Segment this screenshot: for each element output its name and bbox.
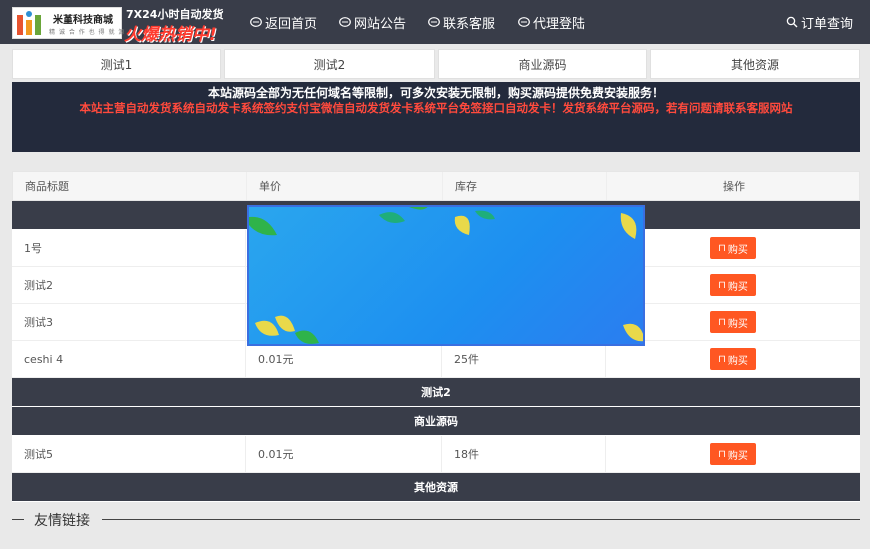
nav-home-label: 返回首页 (265, 16, 318, 32)
category-tabs: 测试1 测试2 商业源码 其他资源 (12, 49, 860, 79)
divider (12, 519, 24, 520)
table-header: 商品标题 单价 库存 操作 (12, 171, 860, 201)
tab-commercial-source[interactable]: 商业源码 (438, 49, 647, 79)
back-icon (250, 17, 262, 27)
group-header[interactable]: 商业源码 (12, 407, 860, 436)
buy-button[interactable]: ⊓ 购买 (710, 348, 756, 370)
service-icon (428, 17, 440, 27)
notice-line2: 本站主营自动发货系统自动发卡系统签约支付宝微信自动发货发卡系统平台免签接口自动发… (79, 101, 793, 115)
product-title: 1号 (12, 230, 246, 266)
group-header[interactable]: 测试2 (12, 378, 860, 407)
promo-banner: 7X24小时自动发货 火爆热销中! (124, 6, 236, 45)
product-stock: 18件 (442, 436, 606, 472)
buy-label: 购买 (727, 450, 748, 462)
divider (102, 519, 860, 520)
notice-icon (339, 17, 351, 27)
nav-service[interactable]: 联系客服 (428, 13, 496, 32)
logo-tagline: 精 诚 合 作 也 得 就 源 头 (49, 29, 136, 36)
product-title: 测试3 (12, 304, 246, 340)
notice-line1: 本站源码全部为无任何域名等限制，可多次安装无限制，购买源码提供免费安装服务！ (207, 86, 664, 100)
header-title: 商品标题 (13, 172, 247, 200)
notice-banner: 本站源码全部为无任何域名等限制，可多次安装无限制，购买源码提供免费安装服务！ 本… (12, 82, 860, 152)
product-stock: 25件 (442, 341, 606, 377)
agent-icon (518, 17, 530, 27)
product-title: 测试5 (12, 436, 246, 472)
cart-icon: ⊓ (718, 279, 726, 291)
cart-icon: ⊓ (718, 316, 726, 328)
nav-agent-label: 代理登陆 (533, 16, 586, 32)
buy-button[interactable]: ⊓ 购买 (710, 311, 756, 333)
tab-test2[interactable]: 测试2 (224, 49, 435, 79)
buy-label: 购买 (727, 318, 748, 330)
nav-notice[interactable]: 网站公告 (339, 13, 407, 32)
nav-service-label: 联系客服 (443, 16, 496, 32)
header-price: 单价 (247, 172, 443, 200)
nav-order-label: 订单查询 (801, 16, 854, 32)
buy-button[interactable]: ⊓ 购买 (710, 237, 756, 259)
buy-button[interactable]: ⊓ 购买 (710, 274, 756, 296)
site-logo[interactable]: 米堇科技商城 精 诚 合 作 也 得 就 源 头 (12, 7, 134, 39)
table-row: 测试5 0.01元 18件 ⊓ 购买 (12, 436, 860, 473)
product-title: ceshi 4 (12, 341, 246, 377)
promo-line2: 火爆热销中! (124, 25, 217, 45)
buy-label: 购买 (727, 244, 748, 256)
table-row: ceshi 4 0.01元 25件 ⊓ 购买 (12, 341, 860, 378)
tab-test1[interactable]: 测试1 (12, 49, 221, 79)
action-cell: ⊓ 购买 (606, 341, 860, 377)
cart-icon: ⊓ (718, 353, 726, 365)
nav-agent-login[interactable]: 代理登陆 (518, 13, 586, 32)
nav-home[interactable]: 返回首页 (250, 13, 318, 32)
nav-order-query[interactable]: 订单查询 (786, 13, 854, 32)
popup-ad[interactable] (247, 205, 645, 346)
action-cell: ⊓ 购买 (606, 436, 860, 472)
search-icon (786, 16, 798, 28)
group-header[interactable]: 其他资源 (12, 473, 860, 502)
tab-other-resources[interactable]: 其他资源 (650, 49, 860, 79)
cart-icon: ⊓ (718, 242, 726, 254)
friend-links: 友情链接 (12, 510, 860, 530)
buy-button[interactable]: ⊓ 购买 (710, 443, 756, 465)
logo-name: 米堇科技商城 (53, 15, 113, 26)
leaf-decoration (249, 207, 643, 344)
buy-label: 购买 (727, 281, 748, 293)
header-action: 操作 (723, 180, 745, 193)
product-title: 测试2 (12, 267, 246, 303)
buy-label: 购买 (727, 355, 748, 367)
friend-links-title: 友情链接 (34, 513, 90, 529)
header-stock: 库存 (443, 172, 607, 200)
product-price: 0.01元 (246, 341, 442, 377)
nav-notice-label: 网站公告 (354, 16, 407, 32)
top-navbar: 米堇科技商城 精 诚 合 作 也 得 就 源 头 7X24小时自动发货 火爆热销… (0, 0, 870, 45)
cart-icon: ⊓ (718, 448, 726, 460)
logo-mark-icon (17, 11, 41, 35)
product-price: 0.01元 (246, 436, 442, 472)
